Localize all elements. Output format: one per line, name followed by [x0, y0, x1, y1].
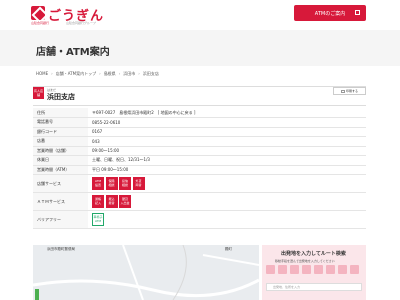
- staffed-badge: 有人店舗: [33, 87, 44, 99]
- logo-sub: 山陰合同銀行: [31, 21, 50, 25]
- holiday-value: 土曜、日曜、祝日、12/31～1/3: [88, 155, 366, 166]
- address-label: 住所: [33, 108, 88, 118]
- atm-hours-value: 平日 09:00～15:00: [88, 165, 366, 175]
- service-tag: 車椅子 ATM: [92, 213, 104, 226]
- breadcrumb-home[interactable]: HOME: [36, 71, 48, 77]
- branch-no-value: 043: [88, 136, 366, 147]
- barrier-free-tags: 車椅子 ATM: [92, 213, 362, 226]
- store-service-tags: ATM 設置 保険 相談 投信 相談 外貨 両替: [92, 177, 362, 190]
- bus-icon[interactable]: [302, 265, 311, 274]
- branch-info-table: 住所 〒697-0027 島根県浜田市殿町2 [ 地図の中心に戻る ] 電話番号 0…: [33, 108, 366, 229]
- breadcrumb-top[interactable]: 店舗・ATM案内トップ: [56, 71, 96, 77]
- departure-input[interactable]: 出発地、住所を入力: [266, 283, 362, 291]
- external-link-icon: [355, 10, 360, 15]
- service-tag: 保険 相談: [105, 177, 118, 190]
- bicycle-icon[interactable]: [278, 265, 287, 274]
- store-service-label: 店舗サービス: [33, 174, 88, 193]
- map-label-area: 殿町: [225, 247, 232, 251]
- map[interactable]: 浜田市殿町郵便局 殿町: [33, 245, 259, 300]
- print-icon: [340, 89, 345, 93]
- hours-value: 09:00～15:00: [88, 146, 366, 156]
- print-label: 印刷する: [345, 89, 358, 93]
- train-icon[interactable]: [314, 265, 323, 274]
- print-button[interactable]: 印刷する: [333, 87, 366, 95]
- taxi-icon[interactable]: [326, 265, 335, 274]
- plane-icon[interactable]: [338, 265, 347, 274]
- breadcrumb-pref[interactable]: 島根県: [104, 71, 116, 77]
- barrier-free-label: バリアフリー: [33, 210, 88, 229]
- hours-label: 営業時間（店舗）: [33, 146, 88, 156]
- service-tag: 通帳 記入: [92, 195, 104, 208]
- ship-icon[interactable]: [350, 265, 359, 274]
- walk-icon[interactable]: [266, 265, 275, 274]
- branch-no-label: 店番: [33, 136, 88, 147]
- car-icon[interactable]: [290, 265, 299, 274]
- map-roads: [33, 245, 259, 300]
- branch-name: 浜田支店: [47, 93, 75, 101]
- address-value: 〒697-0027 島根県浜田市殿町2 [ 地図の中心に戻る ]: [88, 108, 366, 118]
- phone-label: 電話番号: [33, 117, 88, 128]
- breadcrumb-city[interactable]: 浜田市: [123, 71, 135, 77]
- service-tag: 振込 振替: [105, 195, 118, 208]
- code-label: 銀行コード: [33, 127, 88, 137]
- transport-mode-selector: [266, 265, 359, 274]
- code-value: 0167: [88, 127, 366, 137]
- phone-value[interactable]: 0855-22-0610: [88, 117, 366, 128]
- route-note: 移動手段を選んで出発地を入力してください: [275, 259, 335, 263]
- service-tag: 投信 相談: [119, 177, 131, 190]
- gougin-logo-icon[interactable]: [31, 6, 45, 20]
- service-tag: 硬貨 入出金: [119, 195, 131, 208]
- map-label-post: 浜田市殿町郵便局: [47, 247, 75, 251]
- breadcrumb-current: 浜田支店: [142, 71, 159, 76]
- branch-header: [33, 86, 366, 106]
- holiday-label: 休業日: [33, 155, 88, 166]
- page-title: 店舗・ATM案内: [36, 47, 110, 58]
- atm-service-tags: 通帳 記入 振込 振替 硬貨 入出金: [92, 195, 362, 208]
- route-title: 出発地を入力してルート検索: [281, 251, 346, 257]
- service-tag: 外貨 両替: [132, 177, 145, 190]
- atm-service-label: ＡＴＭサービス: [33, 192, 88, 211]
- atm-guide-button[interactable]: ATMのご案内: [294, 5, 366, 21]
- service-tag: ATM 設置: [92, 177, 104, 190]
- atm-guide-label: ATMのご案内: [314, 10, 346, 17]
- atm-hours-label: 営業時間（ATM）: [33, 165, 88, 175]
- breadcrumb: HOME › 店舗・ATM案内トップ › 島根県 › 浜田市 › 浜田支店: [36, 71, 159, 77]
- logo-tag: 山陰合同銀行グループ: [66, 21, 96, 25]
